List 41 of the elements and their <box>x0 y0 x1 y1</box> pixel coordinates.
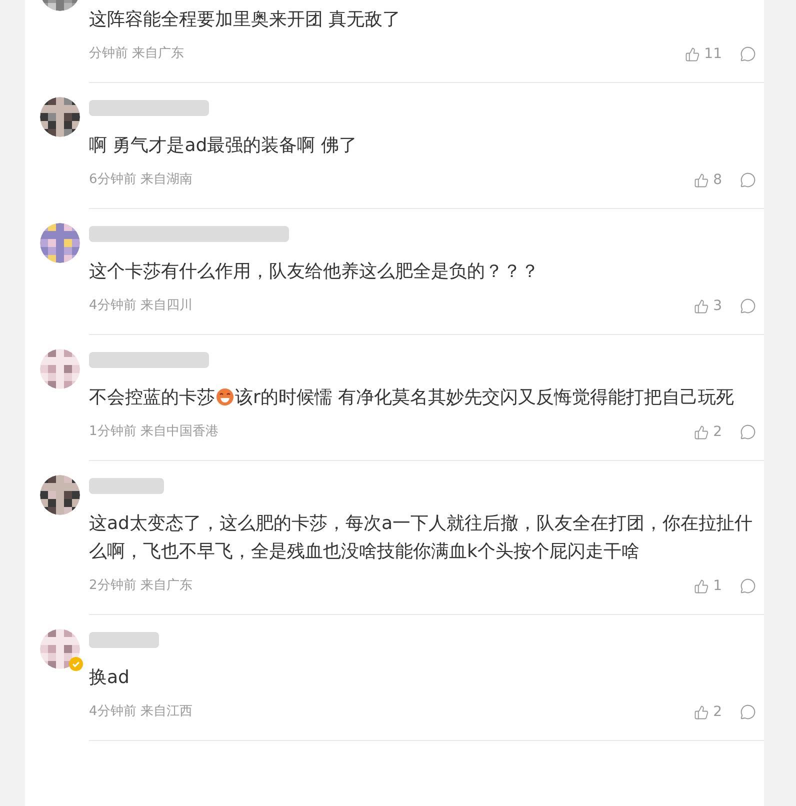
comment-meta: 2分钟前 来自广东 <box>89 577 192 596</box>
comment-icon <box>740 172 756 188</box>
like-button[interactable]: 1 <box>694 576 722 596</box>
laughing-emoji-icon <box>216 388 234 406</box>
like-button[interactable]: 11 <box>685 44 722 64</box>
comment-meta: 6分钟前 来自湖南 <box>89 171 192 190</box>
avatar[interactable] <box>40 475 80 515</box>
reply-button[interactable] <box>740 298 756 314</box>
comment-icon <box>740 298 756 314</box>
comment-meta: 1分钟前 来自中国香港 <box>89 423 218 442</box>
comment-text: 换ad <box>89 667 130 688</box>
comment-text: 这个卡莎有什么作用，队友给他养这么肥全是负的？？？ <box>89 261 539 282</box>
comment-meta: 4分钟前 来自江西 <box>89 703 192 722</box>
comment-text: 不会控蓝的卡莎 <box>89 387 215 408</box>
comment-meta: 4分钟前 来自四川 <box>89 297 192 316</box>
reply-button[interactable] <box>740 46 756 62</box>
avatar[interactable] <box>40 97 80 137</box>
thumbs-up-icon <box>694 298 710 314</box>
comment-icon <box>740 424 756 440</box>
comment-icon <box>740 578 756 594</box>
blurred-username <box>89 632 159 648</box>
like-button[interactable]: 8 <box>694 170 722 190</box>
like-button[interactable]: 2 <box>694 422 722 442</box>
like-button[interactable]: 3 <box>694 296 722 316</box>
reply-button[interactable] <box>740 172 756 188</box>
thumbs-up-icon <box>694 172 710 188</box>
reply-button[interactable] <box>740 578 756 594</box>
comment-text: 该r的时候懦 有净化莫名其妙先交闪又反悔觉得能打把自己玩死 <box>235 387 734 408</box>
comment-text: 这ad太变态了，这么肥的卡莎，每次a一下人就往后撤，队友全在打团，你在拉扯什么啊，飞也不早飞，全是残血也没啥技能你满血k个头按个屁闪走干啥 <box>89 513 752 562</box>
comment-icon <box>740 704 756 720</box>
reply-button[interactable] <box>740 704 756 720</box>
comment-meta: 分钟前 来自广东 <box>89 45 184 64</box>
thumbs-up-icon <box>694 424 710 440</box>
like-button[interactable]: 2 <box>694 702 722 722</box>
comment-text: 这阵容能全程要加里奥来开团 真无敌了 <box>89 9 401 30</box>
thumbs-up-icon <box>694 578 710 594</box>
comment-icon <box>740 46 756 62</box>
comment-text: 啊 勇气才是ad最强的装备啊 佛了 <box>89 135 357 156</box>
thumbs-up-icon <box>694 704 710 720</box>
reply-button[interactable] <box>740 424 756 440</box>
thumbs-up-icon <box>685 46 700 62</box>
